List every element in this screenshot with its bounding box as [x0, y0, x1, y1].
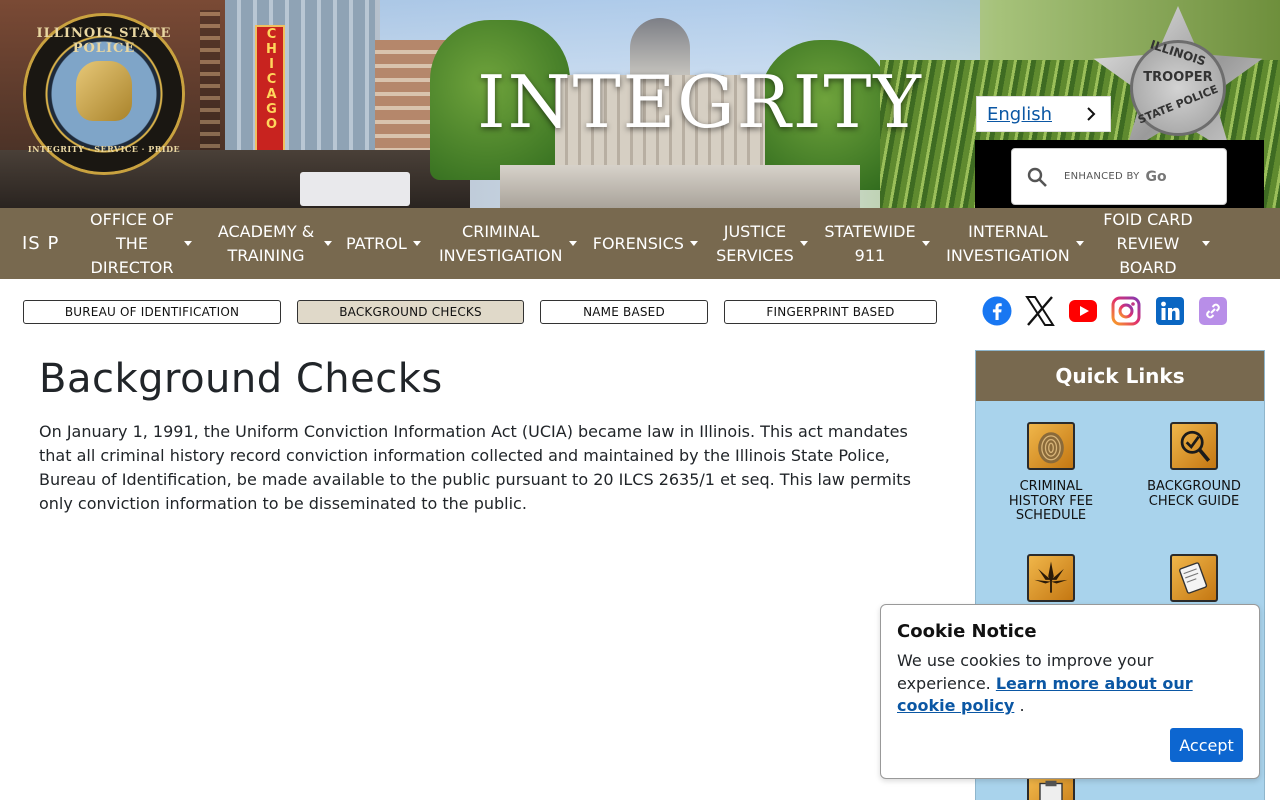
subnav-name-based[interactable]: NAME BASED — [540, 300, 708, 324]
link-icon[interactable] — [1198, 296, 1228, 326]
caret-down-icon — [412, 241, 421, 246]
subnav-background-checks[interactable]: BACKGROUND CHECKS — [297, 300, 524, 324]
isp-seal-logo[interactable]: ILLINOIS STATE POLICE INTEGRITY · SERVIC… — [26, 16, 182, 172]
nav-item-isp[interactable]: IS P — [22, 230, 60, 258]
sheriff-document-icon — [1027, 776, 1075, 800]
eagle-icon — [76, 61, 132, 121]
nav-item-office-of-the-director[interactable]: OFFICE OF THE DIRECTOR — [86, 208, 196, 280]
chevron-right-icon — [1087, 107, 1096, 121]
nav-item-foid-card-review-board[interactable]: FOID CARD REVIEW BOARD — [1100, 208, 1210, 280]
nav-item-patrol[interactable]: PATROL — [346, 232, 421, 256]
youtube-icon[interactable] — [1068, 296, 1098, 326]
subnav-bureau-of-identification[interactable]: BUREAU OF IDENTIFICATION — [23, 300, 281, 324]
page: CHICAGO ILLINOIS STATE POLICE INTEGRITY … — [0, 0, 1280, 800]
cookie-notice-dialog: Cookie Notice We use cookies to improve … — [880, 604, 1260, 779]
search-icon — [1027, 167, 1047, 187]
language-selector[interactable]: English — [976, 96, 1111, 132]
banner-headline: INTEGRITY — [477, 60, 923, 144]
cookie-notice-text: We use cookies to improve your experienc… — [897, 651, 1193, 715]
fingerprint-icon — [1027, 422, 1075, 470]
caret-down-icon — [921, 241, 930, 246]
nav-item-internal-investigation[interactable]: INTERNAL INVESTIGATION — [946, 220, 1084, 268]
caret-down-icon — [689, 241, 698, 246]
facebook-icon[interactable] — [982, 296, 1012, 326]
instagram-icon[interactable] — [1111, 296, 1141, 326]
accept-cookies-button[interactable]: Accept — [1170, 728, 1243, 762]
search-brand: Go — [1145, 168, 1167, 185]
quick-link-criminal-history-fee-schedule[interactable]: CRIMINAL HISTORY FEE SCHEDULE — [991, 422, 1111, 524]
magnifier-check-icon — [1170, 422, 1218, 470]
nav-item-forensics[interactable]: FORENSICS — [593, 232, 698, 256]
nav-item-statewide-911[interactable]: STATEWIDE 911 — [824, 220, 930, 268]
search-enhanced-label: ENHANCED BY — [1064, 171, 1140, 182]
search-area: ENHANCED BY Go — [975, 140, 1264, 208]
quick-link-background-check-guide[interactable]: BACKGROUND CHECK GUIDE — [1134, 422, 1254, 509]
subnav-fingerprint-based[interactable]: FINGERPRINT BASED — [724, 300, 937, 324]
caret-down-icon — [799, 241, 808, 246]
language-label: English — [987, 103, 1052, 125]
document-seal-icon — [1170, 554, 1218, 602]
main-navigation: IS P OFFICE OF THE DIRECTOR ACADEMY & TR… — [0, 208, 1280, 279]
caret-down-icon — [1075, 241, 1084, 246]
quick-links-title: Quick Links — [976, 351, 1264, 401]
header-banner: CHICAGO ILLINOIS STATE POLICE INTEGRITY … — [0, 0, 1280, 208]
caret-down-icon — [1201, 241, 1210, 246]
quick-link-sheriff-document[interactable] — [991, 776, 1111, 800]
search-input[interactable]: ENHANCED BY Go — [1011, 148, 1227, 205]
nav-item-criminal-investigation[interactable]: CRIMINAL INVESTIGATION — [439, 220, 577, 268]
caret-down-icon — [568, 241, 577, 246]
nav-item-justice-services[interactable]: JUSTICE SERVICES — [716, 220, 808, 268]
chicago-sign: CHICAGO — [255, 25, 285, 155]
page-title: Background Checks — [39, 356, 443, 402]
linkedin-icon[interactable] — [1155, 296, 1185, 326]
caret-down-icon — [324, 241, 332, 246]
cannabis-leaf-icon — [1027, 554, 1075, 602]
x-icon[interactable] — [1025, 296, 1055, 326]
cookie-notice-title: Cookie Notice — [897, 621, 1037, 642]
nav-item-academy-training[interactable]: ACADEMY & TRAINING — [214, 220, 332, 268]
caret-down-icon — [184, 241, 192, 246]
intro-paragraph: On January 1, 1991, the Uniform Convicti… — [39, 422, 911, 513]
